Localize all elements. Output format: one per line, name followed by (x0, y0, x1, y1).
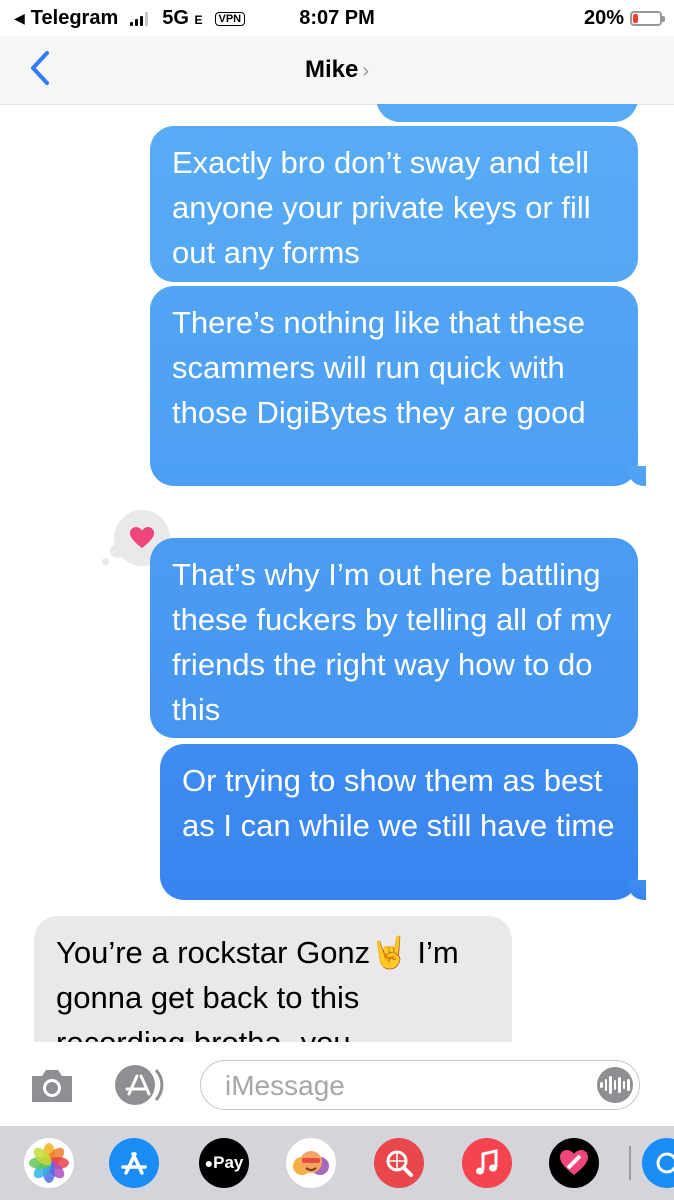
message-text: You’re a rockstar Gonz🤘 I’m gonna get ba… (56, 935, 459, 1042)
heart-sticker-app[interactable] (549, 1138, 599, 1188)
audio-message-button[interactable] (597, 1067, 633, 1103)
compose-bar: iMessage (0, 1042, 674, 1126)
more-icon (656, 1152, 674, 1174)
app-store-icon (121, 1152, 147, 1175)
battery-fill (633, 14, 638, 23)
more-apps[interactable] (642, 1138, 674, 1188)
contact-title[interactable]: Mike › (0, 56, 674, 84)
message-bubble[interactable]: That’s why I’m out here battling these f… (150, 538, 638, 738)
tapback-tail-small (102, 558, 109, 565)
apple-pay-app[interactable]: ● Pay (199, 1138, 249, 1188)
message-input[interactable]: iMessage (200, 1060, 640, 1110)
message-text: That’s why I’m out here battling these f… (172, 557, 612, 727)
message-bubble[interactable]: Or trying to show them as best as I can … (160, 744, 646, 900)
message-text: Exactly bro don’t sway and tell anyone y… (172, 145, 591, 270)
message-input-placeholder: iMessage (225, 1070, 345, 1101)
status-bar: ◀ Telegram 5G E VPN 8:07 PM 20% (0, 0, 674, 36)
conversation-header: Mike › (0, 36, 674, 105)
message-text: There’s nothing like that these scammers… (172, 305, 586, 430)
app-strip-divider (629, 1146, 631, 1180)
apple-pay-label: Pay (213, 1153, 244, 1172)
message-bubble-partial[interactable] (376, 104, 638, 122)
message-text: Or trying to show them as best as I can … (182, 763, 615, 843)
memoji-app[interactable] (286, 1138, 336, 1188)
web-search-app[interactable] (374, 1138, 424, 1188)
app-store-icon (115, 1065, 164, 1105)
status-time: 8:07 PM (299, 7, 375, 29)
music-icon (476, 1149, 498, 1175)
music-app[interactable] (462, 1138, 512, 1188)
heart-icon (130, 527, 154, 548)
apple-pay-icon: ● (204, 1155, 214, 1171)
heart-app-icon (560, 1150, 588, 1175)
battery-icon (630, 11, 665, 26)
memoji-icon (293, 1151, 329, 1175)
photos-app[interactable] (24, 1138, 74, 1188)
app-drawer: ● Pay (0, 1126, 674, 1200)
message-bubble[interactable]: Exactly bro don’t sway and tell anyone y… (150, 126, 638, 282)
battery-percent: 20% (583, 7, 624, 29)
web-search-icon (386, 1150, 413, 1177)
message-bubble-received[interactable]: You’re a rockstar Gonz🤘 I’m gonna get ba… (34, 916, 512, 1042)
camera-button[interactable] (28, 1066, 76, 1106)
apps-button[interactable] (112, 1062, 170, 1108)
chevron-right-icon: › (362, 60, 370, 82)
app-store-app[interactable] (109, 1138, 159, 1188)
status-right: 20% (583, 7, 665, 30)
camera-icon (32, 1070, 72, 1102)
message-bubble[interactable]: There’s nothing like that these scammers… (150, 286, 646, 486)
photos-icon (29, 1143, 69, 1183)
message-list[interactable]: Exactly bro don’t sway and tell anyone y… (0, 104, 674, 1042)
contact-name[interactable]: Mike (305, 56, 358, 83)
